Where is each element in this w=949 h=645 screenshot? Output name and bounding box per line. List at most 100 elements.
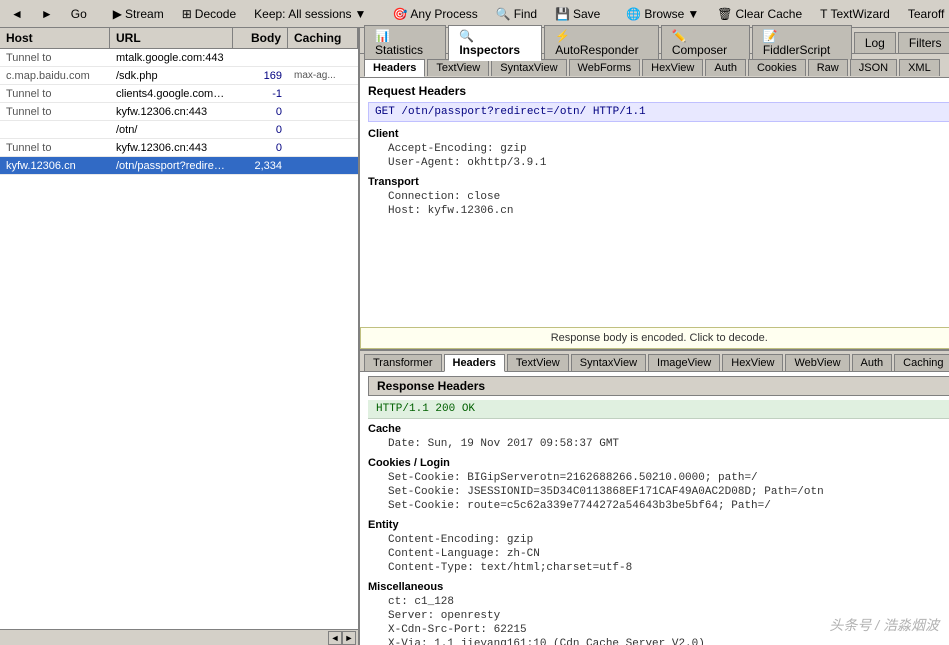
save-button[interactable]: 💾 Save (548, 4, 607, 24)
resp-tab-hexview[interactable]: HexView (722, 354, 783, 371)
resp-tab-headers[interactable]: Headers (444, 354, 505, 372)
list-item[interactable]: Tunnel to clients4.google.com:443 -1 (0, 85, 358, 103)
req-tab-raw[interactable]: Raw (808, 59, 848, 76)
scroll-left[interactable]: ◄ (328, 631, 342, 645)
find-button[interactable]: 🔍 Find (489, 4, 544, 24)
encoded-notice[interactable]: Response body is encoded. Click to decod… (360, 327, 949, 349)
keep-label: Keep: All sessions (254, 7, 351, 21)
req-tab-auth[interactable]: Auth (705, 59, 746, 76)
text-wizard-button[interactable]: T TextWizard (813, 4, 897, 24)
resp-tab-textview[interactable]: TextView (507, 354, 569, 371)
clear-cache-button[interactable]: 🗑 Clear Cache (710, 4, 809, 24)
cell-body (233, 57, 288, 59)
req-tab-json[interactable]: JSON (850, 59, 897, 76)
any-process-label: Any Process (410, 7, 477, 21)
cell-caching: max-ag... (288, 69, 358, 82)
cell-url: kyfw.12306.cn:443 (110, 141, 233, 155)
inspectors-label: Inspectors (459, 43, 520, 57)
cell-url: /otn/ (110, 123, 233, 137)
property-row: User-Agent: okhttp/3.9.1 (368, 156, 949, 170)
list-item[interactable]: Tunnel to kyfw.12306.cn:443 0 (0, 103, 358, 121)
forward-button[interactable]: ► (34, 4, 60, 24)
tab-inspectors[interactable]: 🔍 Inspectors (448, 25, 542, 61)
autoresponder-label: AutoResponder (555, 43, 638, 57)
resp-tab-webview[interactable]: WebView (785, 354, 849, 371)
list-item[interactable]: kyfw.12306.cn /otn/passport?redirect=/o.… (0, 157, 358, 175)
req-tab-headers[interactable]: Headers (364, 59, 425, 77)
property-row: Set-Cookie: BIGipServerotn=2162688266.50… (368, 471, 949, 485)
req-tab-xml[interactable]: XML (899, 59, 940, 76)
any-process-button[interactable]: 🎯 Any Process (385, 4, 484, 24)
cookies-login-group: Cookies / Login Set-Cookie: BIGipServero… (368, 457, 949, 513)
resp-tab-transformer[interactable]: Transformer (364, 354, 442, 371)
scroll-right[interactable]: ► (342, 631, 356, 645)
filters-label: Filters (909, 36, 942, 50)
cell-caching (288, 93, 358, 95)
list-item[interactable]: /otn/ 0 (0, 121, 358, 139)
response-headers-content: Response Headers HTTP/1.1 200 OK Cache D… (360, 372, 949, 645)
cell-url: mtalk.google.com:443 (110, 51, 233, 65)
req-tab-cookies[interactable]: Cookies (748, 59, 806, 76)
req-tab-textview[interactable]: TextView (427, 59, 489, 76)
resp-tab-syntaxview[interactable]: SyntaxView (571, 354, 646, 371)
tab-filters[interactable]: Filters (898, 32, 949, 53)
process-icon: 🎯 (392, 7, 407, 21)
stream-button[interactable]: ▶ Stream (106, 4, 171, 24)
inspectors-icon: 🔍 (459, 29, 474, 43)
resp-tab-auth[interactable]: Auth (852, 354, 893, 371)
browse-label: Browse (644, 7, 684, 21)
resp-tab-imageview[interactable]: ImageView (648, 354, 720, 371)
cell-caching (288, 57, 358, 59)
cell-host: Tunnel to (0, 87, 110, 101)
cell-body: 2,334 (233, 159, 288, 173)
transport-group: Transport Connection: close Host: kyfw.1… (368, 176, 949, 218)
list-item[interactable]: Tunnel to mtalk.google.com:443 (0, 49, 358, 67)
tab-fiddlerscript[interactable]: 📝 FiddlerScript (752, 25, 852, 60)
list-item[interactable]: Tunnel to kyfw.12306.cn:443 0 (0, 139, 358, 157)
req-tab-webforms[interactable]: WebForms (569, 59, 641, 76)
req-tab-hexview[interactable]: HexView (642, 59, 703, 76)
property-row: Accept-Encoding: gzip (368, 142, 949, 156)
list-header: Host URL Body Caching (0, 28, 358, 49)
clear-cache-icon: 🗑 (717, 7, 732, 21)
property-row: Set-Cookie: route=c5c62a339e7744272a5464… (368, 499, 949, 513)
cell-caching (288, 129, 358, 131)
decode-button[interactable]: ⊞ Decode (175, 4, 243, 24)
tab-statistics[interactable]: 📊 Statistics (364, 25, 446, 60)
resp-tab-caching[interactable]: Caching (894, 354, 949, 371)
list-item[interactable]: c.map.baidu.com /sdk.php 169 max-ag... (0, 67, 358, 85)
property-row: Content-Encoding: gzip (368, 533, 949, 547)
fiddlerscript-label: FiddlerScript (763, 43, 830, 57)
miscellaneous-title: Miscellaneous (368, 581, 949, 593)
main-container: Host URL Body Caching Tunnel to mtalk.go… (0, 28, 949, 645)
left-panel: Host URL Body Caching Tunnel to mtalk.go… (0, 28, 360, 645)
tearoff-label: Tearoff (908, 7, 944, 21)
text-wizard-label: TextWizard (831, 7, 890, 21)
text-wizard-icon: T (820, 7, 827, 21)
cache-group: Cache Date: Sun, 19 Nov 2017 09:58:37 GM… (368, 423, 949, 451)
cell-url: /otn/passport?redirect=/o... (110, 159, 233, 173)
tab-autoresponder[interactable]: ⚡ AutoResponder (544, 25, 659, 60)
req-tab-syntaxview[interactable]: SyntaxView (491, 59, 566, 76)
tab-composer[interactable]: ✏️ Composer (661, 25, 750, 60)
tearoff-button[interactable]: Tearoff (901, 4, 949, 24)
statistics-label: Statistics (375, 43, 423, 57)
property-row: Date: Sun, 19 Nov 2017 09:58:37 GMT (368, 437, 949, 451)
back-button[interactable]: ◄ (4, 4, 30, 24)
keep-button[interactable]: Keep: All sessions ▼ (247, 4, 373, 24)
cell-host: kyfw.12306.cn (0, 159, 110, 173)
composer-label: Composer (672, 43, 727, 57)
go-button[interactable]: Go (64, 4, 94, 24)
property-row: Host: kyfw.12306.cn (368, 204, 949, 218)
property-row: Content-Language: zh-CN (368, 547, 949, 561)
response-tab-bar: Transformer Headers TextView SyntaxView … (360, 351, 949, 372)
property-row: ct: c1_128 (368, 595, 949, 609)
browse-button[interactable]: 🌐 Browse ▼ (619, 4, 706, 24)
horizontal-scrollbar[interactable]: ◄ ► (0, 629, 358, 645)
cell-host: Tunnel to (0, 105, 110, 119)
decode-icon: ⊞ (182, 7, 192, 21)
log-label: Log (865, 36, 885, 50)
response-section-title: Response Headers (368, 376, 949, 396)
tab-log[interactable]: Log (854, 32, 896, 53)
stream-icon: ▶ (113, 7, 122, 21)
